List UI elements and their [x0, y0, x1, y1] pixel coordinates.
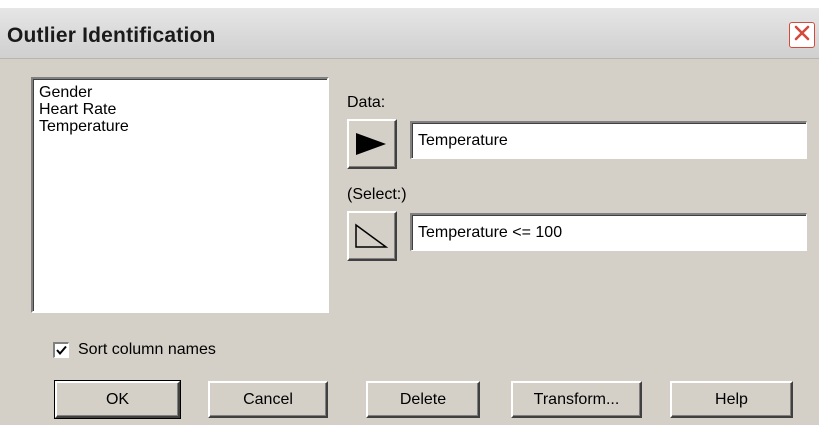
sort-checkbox-label[interactable]: Sort column names — [78, 341, 216, 359]
data-label: Data: — [347, 94, 386, 111]
select-add-button[interactable] — [347, 211, 397, 261]
data-field[interactable]: Temperature — [410, 121, 807, 159]
close-button[interactable] — [789, 22, 815, 48]
ok-button[interactable]: OK — [54, 380, 181, 419]
cancel-button[interactable]: Cancel — [208, 381, 328, 418]
variable-listbox[interactable]: Gender Heart Rate Temperature — [31, 77, 329, 313]
dialog-window: Outlier Identification Gender Heart Rate… — [0, 7, 819, 425]
select-label: (Select:) — [347, 186, 407, 203]
data-add-button[interactable] — [347, 119, 397, 169]
list-item-temperature[interactable]: Temperature — [39, 118, 327, 135]
help-button[interactable]: Help — [670, 381, 793, 418]
dialog-title: Outlier Identification — [7, 24, 216, 47]
list-item-gender[interactable]: Gender — [39, 84, 327, 101]
title-bar[interactable]: Outlier Identification — [0, 8, 819, 59]
sort-checkbox[interactable] — [53, 342, 69, 358]
transform-button[interactable]: Transform... — [511, 381, 642, 418]
list-item-heart-rate[interactable]: Heart Rate — [39, 101, 327, 118]
close-icon — [793, 24, 811, 47]
select-field[interactable]: Temperature <= 100 — [410, 213, 807, 251]
delete-button[interactable]: Delete — [366, 381, 480, 418]
